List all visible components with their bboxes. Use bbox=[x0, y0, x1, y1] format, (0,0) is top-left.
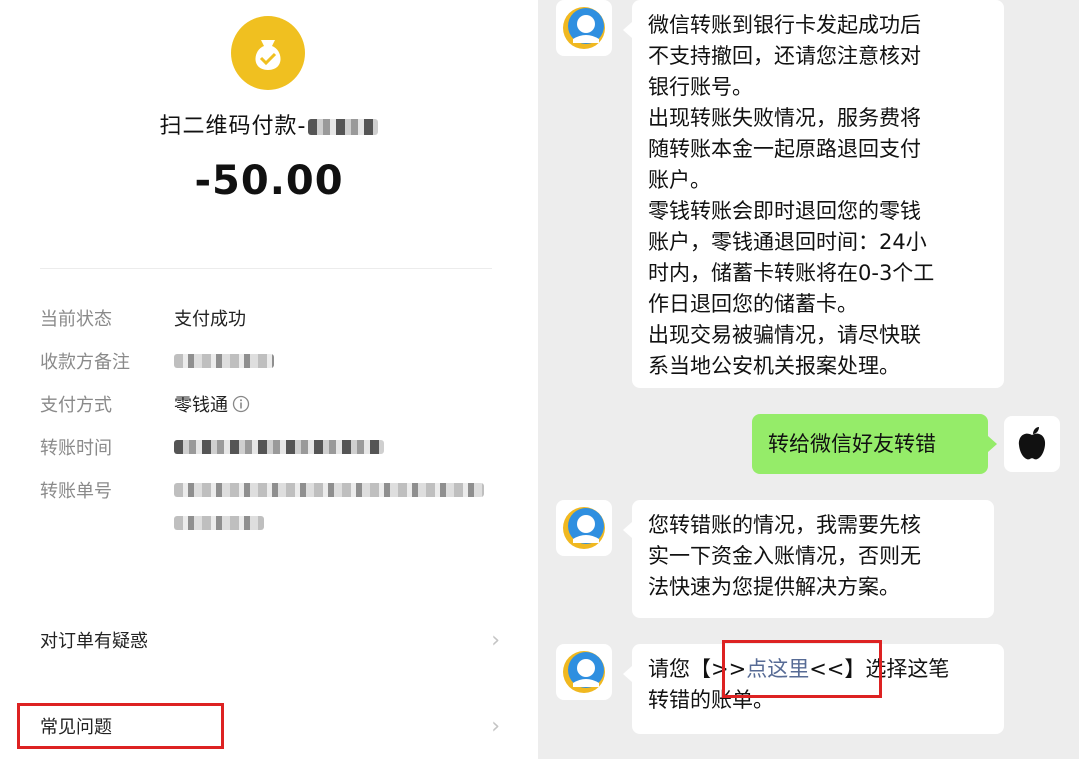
message-line: 作日退回您的储蓄卡。 bbox=[648, 292, 858, 316]
redacted-value bbox=[174, 440, 384, 454]
pay-method-text: 零钱通 bbox=[174, 395, 228, 416]
detail-value bbox=[174, 516, 264, 530]
message-line: 随转账本金一起原路退回支付 bbox=[648, 137, 921, 161]
message-line: 法快速为您提供解决方案。 bbox=[648, 575, 900, 599]
message-line: 微信转账到银行卡发起成功后 bbox=[648, 13, 921, 37]
payee-name-text: 扫二维码付款- bbox=[159, 114, 307, 139]
detail-label: 当前状态 bbox=[40, 309, 112, 330]
detail-label: 收款方备注 bbox=[40, 352, 130, 373]
user-message: 转给微信好友转错 bbox=[752, 414, 988, 474]
order-question-item[interactable]: 对订单有疑惑 › bbox=[40, 620, 500, 660]
message-line: 账户。 bbox=[648, 168, 711, 192]
service-agent-icon bbox=[556, 0, 612, 56]
bubble-tail bbox=[988, 436, 997, 452]
detail-label: 支付方式 bbox=[40, 395, 112, 416]
message-line: 零钱转账会即时退回您的零钱 bbox=[648, 199, 921, 223]
message-text: 转给微信好友转错 bbox=[768, 432, 936, 456]
message-line: 系当地公安机关报案处理。 bbox=[648, 354, 900, 378]
bot-message-2: 您转错账的情况，我需要先核 实一下资金入账情况，否则无 法快速为您提供解决方案。 bbox=[632, 500, 994, 618]
detail-value: 支付成功 bbox=[174, 309, 246, 330]
info-icon[interactable] bbox=[232, 395, 250, 413]
message-line: 您转错账的情况，我需要先核 bbox=[648, 513, 921, 537]
redacted-value bbox=[174, 354, 274, 368]
detail-row-order-no: 转账单号 bbox=[40, 475, 484, 505]
service-agent-icon bbox=[556, 644, 612, 700]
detail-row-order-no-cont bbox=[40, 508, 264, 538]
faq-highlight-box bbox=[17, 703, 224, 749]
detail-label: 转账时间 bbox=[40, 438, 112, 459]
message-line: 实一下资金入账情况，否则无 bbox=[648, 544, 921, 568]
message-line: 出现交易被骗情况，请尽快联 bbox=[648, 323, 921, 347]
divider bbox=[40, 268, 492, 269]
bubble-tail bbox=[623, 522, 632, 538]
bubble-tail bbox=[623, 666, 632, 682]
payee-title: 扫二维码付款- bbox=[0, 108, 538, 140]
message-text: 请您【 bbox=[648, 657, 711, 681]
menu-label: 对订单有疑惑 bbox=[40, 631, 148, 652]
detail-value bbox=[174, 440, 384, 454]
bot-message-1: 微信转账到银行卡发起成功后 不支持撤回，还请您注意核对 银行账号。 出现转账失败… bbox=[632, 0, 1004, 388]
message-line: 出现转账失败情况，服务费将 bbox=[648, 106, 921, 130]
redacted-value bbox=[174, 483, 484, 497]
message-line: 时内，储蓄卡转账将在0-3个工 bbox=[648, 261, 935, 285]
message-line: 账户，零钱通退回时间：24小 bbox=[648, 230, 927, 254]
payment-detail-panel: 扫二维码付款- -50.00 当前状态 支付成功 收款方备注 支付方式 零钱通 … bbox=[0, 0, 538, 759]
detail-row-time: 转账时间 bbox=[40, 432, 384, 462]
detail-row-pay-method: 支付方式 零钱通 bbox=[40, 389, 250, 419]
redacted-payee bbox=[308, 119, 379, 135]
payment-amount: -50.00 bbox=[194, 158, 344, 204]
money-bag-icon bbox=[231, 16, 305, 90]
detail-value bbox=[174, 483, 484, 497]
redacted-value bbox=[174, 516, 264, 530]
apple-avatar-icon bbox=[1004, 416, 1060, 472]
detail-value bbox=[174, 354, 274, 368]
message-line: 银行账号。 bbox=[648, 75, 753, 99]
detail-row-status: 当前状态 支付成功 bbox=[40, 303, 246, 333]
link-highlight-box bbox=[722, 640, 882, 698]
chevron-right-icon: › bbox=[491, 627, 500, 653]
chevron-right-icon: › bbox=[491, 713, 500, 739]
bubble-tail bbox=[623, 22, 632, 38]
detail-label: 转账单号 bbox=[40, 481, 112, 502]
detail-value: 零钱通 bbox=[174, 391, 250, 417]
message-line: 不支持撤回，还请您注意核对 bbox=[648, 44, 921, 68]
service-agent-icon bbox=[556, 500, 612, 556]
detail-row-payee-note: 收款方备注 bbox=[40, 346, 274, 376]
